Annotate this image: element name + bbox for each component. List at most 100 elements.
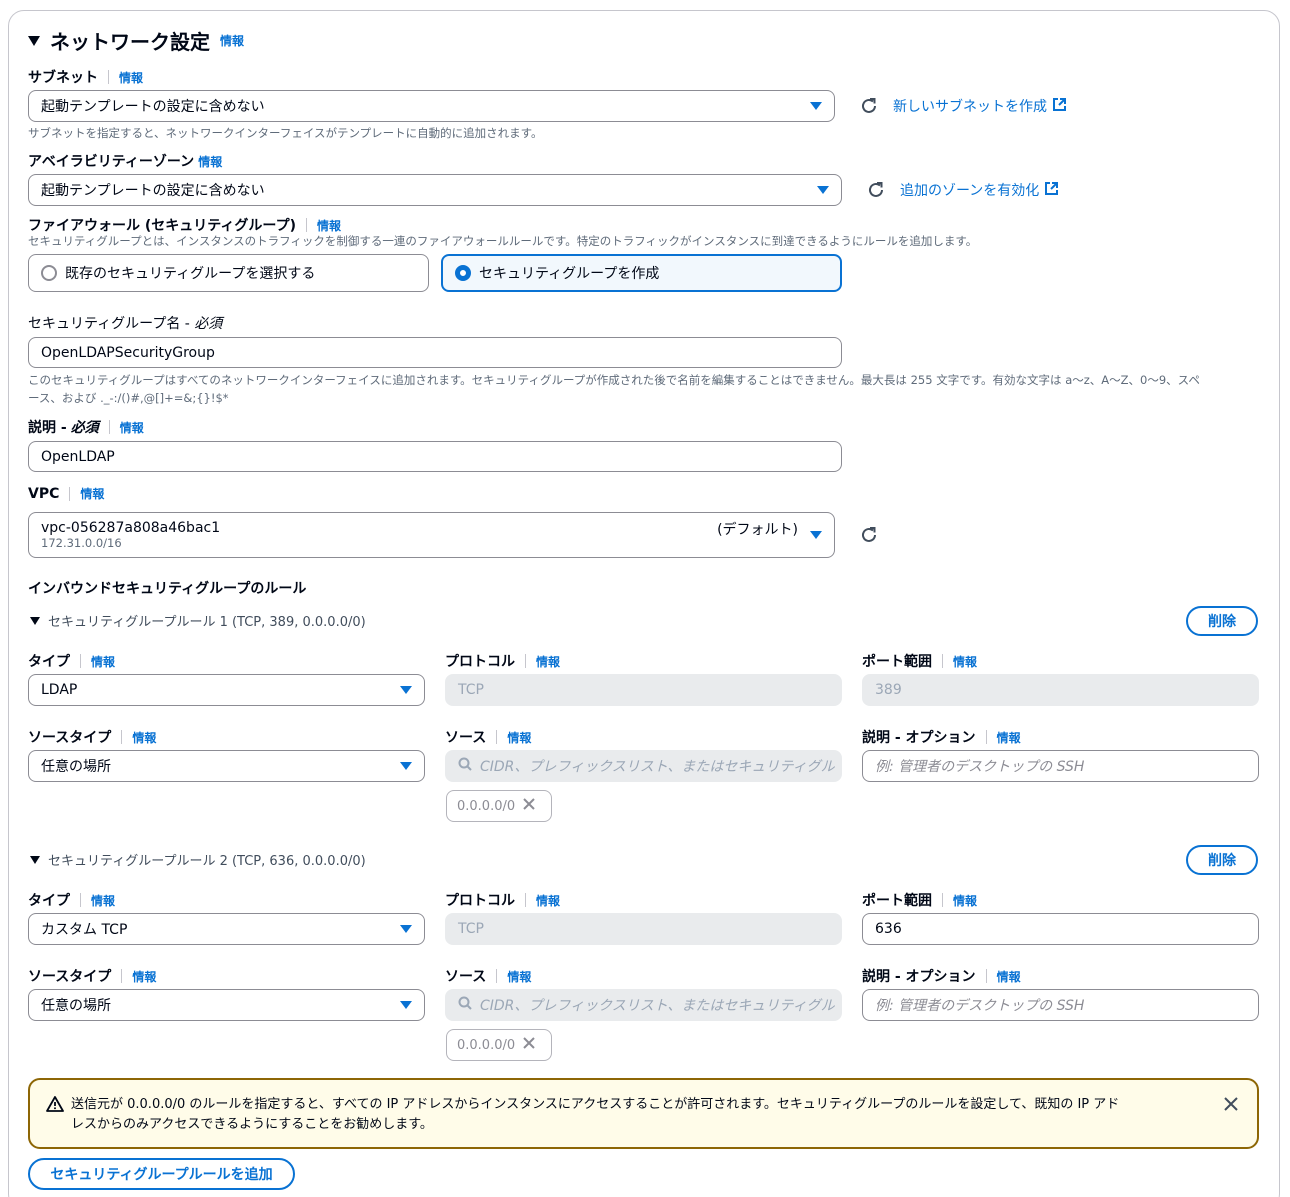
rule-1-delete-button[interactable]: 削除 [1186,606,1258,636]
rule-1-source-token-value: 0.0.0.0/0 [457,798,516,814]
rule-1-protocol-info-link[interactable]: 情報 [536,653,560,670]
rule-1-title: セキュリティグループルール 1 (TCP, 389, 0.0.0.0/0) [48,615,366,630]
rule-2-port-info-link[interactable]: 情報 [953,892,977,909]
vpc-label: VPC [28,485,60,502]
warning-line2: レスからのみアクセスできるようにすることをお勧めします。 [71,1117,433,1132]
vpc-label-row: VPC 情報 [28,485,104,502]
rule-2-type-info-link[interactable]: 情報 [91,892,115,909]
rule-2-header[interactable]: セキュリティグループルール 2 (TCP, 636, 0.0.0.0/0) [30,850,366,869]
rule-1-desc-label: 説明 - オプション [862,730,976,746]
description-info-link[interactable]: 情報 [120,419,144,436]
add-sg-rule-button[interactable]: セキュリティグループルールを追加 [28,1158,295,1190]
rule-2-desc-input[interactable]: 例: 管理者のデスクトップの SSH [862,989,1259,1021]
rule-2-protocol-value: TCP [458,921,484,937]
subnet-info-link[interactable]: 情報 [119,69,143,86]
divider [985,969,987,983]
radio-create-sg[interactable]: セキュリティグループを作成 [441,254,842,292]
az-select[interactable]: 起動テンプレートの設定に含めない [28,174,842,206]
radio-existing-sg[interactable]: 既存のセキュリティグループを選択する [28,254,429,292]
description-input[interactable]: OpenLDAP [28,441,842,472]
radio-unchecked-icon[interactable] [41,265,57,281]
collapse-caret-icon[interactable] [30,616,40,625]
rule-2-type-value: カスタム TCP [41,922,128,938]
vpc-info-link[interactable]: 情報 [80,485,104,502]
vpc-cidr: 172.31.0.0/16 [41,536,122,550]
firewall-info-link[interactable]: 情報 [317,217,341,234]
rule-1-type-value: LDAP [41,682,78,698]
rule-1-type-info-link[interactable]: 情報 [91,653,115,670]
rule-2-protocol-label: プロトコル [445,893,515,909]
rule-2-desc-info-link[interactable]: 情報 [997,968,1021,985]
radio-existing-sg-label: 既存のセキュリティグループを選択する [65,266,316,282]
rule-1-source-type-label-row: ソースタイプ 情報 [28,727,156,747]
divider [525,654,526,668]
section-header[interactable]: ネットワーク設定 情報 [28,26,244,55]
caret-down-icon [400,925,412,933]
vpc-select-value-block: vpc-056287a808a46bac1 172.31.0.0/16 [41,520,717,550]
rule-1-type-label: タイプ [28,654,70,670]
rule-2-protocol-input: TCP [445,913,842,945]
search-icon [458,757,472,775]
az-info-link[interactable]: 情報 [198,153,222,170]
rule-1-source-type-select[interactable]: 任意の場所 [28,750,425,782]
vpc-select[interactable]: vpc-056287a808a46bac1 172.31.0.0/16 (デフォ… [28,512,835,558]
rule-1-source-type-label: ソースタイプ [28,730,112,746]
divider [942,654,943,668]
rule-1-port-info-link[interactable]: 情報 [953,653,977,670]
rule-1-source-info-link[interactable]: 情報 [507,729,531,746]
rule-2-port-input[interactable]: 636 [862,913,1259,945]
sg-name-description: このセキュリティグループはすべてのネットワークインターフェイスに追加されます。セ… [28,371,1258,407]
collapse-caret-icon[interactable] [30,855,40,864]
rule-1-header[interactable]: セキュリティグループルール 1 (TCP, 389, 0.0.0.0/0) [30,611,366,630]
rule-2-type-select[interactable]: カスタム TCP [28,913,425,945]
rule-2-source-label-row: ソース 情報 [445,966,531,986]
rule-1-source-input[interactable]: CIDR、プレフィックスリスト、またはセキュリティグル [445,750,842,782]
sg-name-input-value: OpenLDAPSecurityGroup [41,344,215,361]
refresh-icon[interactable] [858,95,880,117]
divider [121,730,123,744]
description-input-value: OpenLDAP [41,448,115,465]
rule-2-source-type-label: ソースタイプ [28,969,112,985]
sg-name-label-row: セキュリティグループ名 - 必須 [28,313,222,333]
divider [306,218,307,232]
divider [496,730,498,744]
warning-icon [46,1096,64,1116]
rule-1-protocol-value: TCP [458,682,484,698]
collapse-caret-icon[interactable] [28,35,40,46]
rule-2-title: セキュリティグループルール 2 (TCP, 636, 0.0.0.0/0) [48,854,366,869]
enable-zones-link[interactable]: 追加のゾーンを有効化 [900,180,1059,200]
radio-checked-icon[interactable] [455,265,471,281]
rule-2-source-input[interactable]: CIDR、プレフィックスリスト、またはセキュリティグル [445,989,842,1021]
rule-2-protocol-info-link[interactable]: 情報 [536,892,560,909]
close-icon[interactable] [523,798,535,814]
az-label: アベイラビリティーゾーン [28,154,195,170]
close-icon[interactable] [1224,1097,1238,1115]
rule-2-source-type-select[interactable]: 任意の場所 [28,989,425,1021]
caret-down-icon [400,1001,412,1009]
section-info-link[interactable]: 情報 [220,32,244,49]
rule-2-source-type-info-link[interactable]: 情報 [132,968,156,985]
subnet-label: サブネット [28,70,98,86]
rule-1-desc-placeholder: 例: 管理者のデスクトップの SSH [875,759,1085,775]
firewall-description: セキュリティグループとは、インスタンスのトラフィックを制御する一連のファイアウォ… [28,234,978,248]
rule-1-desc-info-link[interactable]: 情報 [997,729,1021,746]
rule-1-source-type-info-link[interactable]: 情報 [132,729,156,746]
rule-1-desc-input[interactable]: 例: 管理者のデスクトップの SSH [862,750,1259,782]
rule-2-delete-button[interactable]: 削除 [1186,845,1258,875]
rule-2-desc-label-row: 説明 - オプション 情報 [862,966,1021,986]
divider [80,893,81,907]
warning-line1: 送信元が 0.0.0.0/0 のルールを指定すると、すべての IP アドレスから… [71,1097,1120,1112]
create-subnet-link[interactable]: 新しいサブネットを作成 [893,96,1066,116]
external-link-icon [1053,97,1066,115]
rule-1-port-value: 389 [875,682,902,698]
refresh-icon[interactable] [858,524,880,546]
divider [985,730,987,744]
refresh-icon[interactable] [865,179,887,201]
rule-1-protocol-label-row: プロトコル 情報 [445,651,560,671]
subnet-select[interactable]: 起動テンプレートの設定に含めない [28,90,835,122]
sg-name-input[interactable]: OpenLDAPSecurityGroup [28,337,842,368]
close-icon[interactable] [523,1037,535,1053]
rule-2-source-info-link[interactable]: 情報 [507,968,531,985]
enable-zones-link-text: 追加のゾーンを有効化 [900,183,1040,199]
rule-1-type-select[interactable]: LDAP [28,674,425,706]
